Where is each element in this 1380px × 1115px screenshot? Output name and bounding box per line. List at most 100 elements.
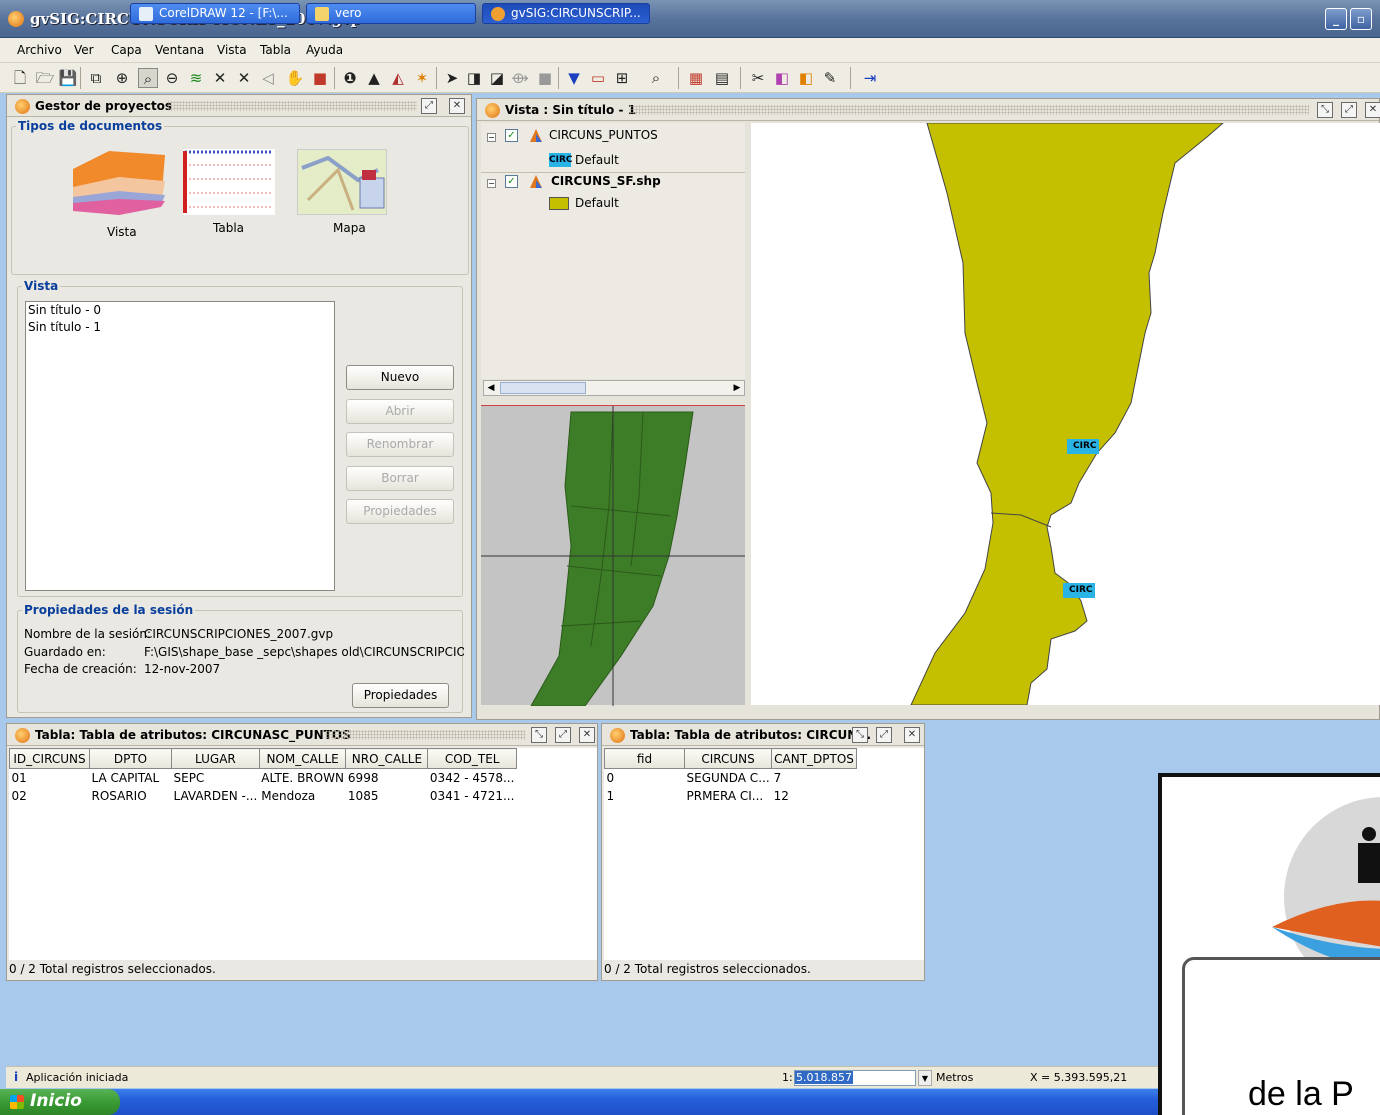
column-header[interactable]: DPTO (89, 748, 172, 769)
close-icon[interactable]: ✕ (449, 98, 465, 114)
zoom-to-layer-icon[interactable]: ⌕ (646, 68, 666, 88)
select-polygon-icon[interactable]: ◪ (487, 68, 507, 88)
scale-input[interactable]: 5.018.857 (794, 1070, 916, 1086)
filter-icon[interactable]: ▼ (564, 68, 584, 88)
minimize-button[interactable]: _ (1325, 8, 1347, 30)
rename-view-button[interactable]: Renombrar (346, 432, 454, 457)
menu-ventana[interactable]: Ventana (155, 43, 204, 57)
full-extent-icon[interactable]: ≋ (186, 68, 206, 88)
column-header[interactable]: COD_TEL (427, 748, 517, 769)
scroll-right-icon[interactable]: ▶ (730, 381, 744, 395)
layer-name[interactable]: CIRCUNS_SF.shp (551, 174, 661, 188)
table-row[interactable]: 0 SEGUNDA C... 7 (605, 769, 857, 787)
layer-visibility-checkbox[interactable]: ✓ (505, 129, 518, 142)
open-folder-icon[interactable]: 🗁 (35, 68, 55, 88)
new-view-button[interactable]: Nuevo (346, 365, 454, 390)
toc-horizontal-scrollbar[interactable]: ◀ ▶ (483, 380, 745, 396)
zoom-previous-icon[interactable]: ◁ (258, 68, 278, 88)
menu-ayuda[interactable]: Ayuda (306, 43, 343, 57)
taskbar-item-gvsig[interactable]: gvSIG:CIRCUNSCRIP... (482, 3, 650, 24)
scrollbar-thumb[interactable] (500, 382, 586, 394)
menu-tabla[interactable]: Tabla (260, 43, 291, 57)
table-row[interactable]: 02 ROSARIO LAVARDEN -... Mendoza 1085 0341 - … (10, 787, 517, 805)
minimize-icon[interactable]: ⤡ (531, 727, 547, 743)
list-item[interactable]: Sin título - 0 (26, 302, 334, 319)
maximize-icon[interactable]: ⤢ (421, 98, 437, 114)
export-icon[interactable]: ⇥ (860, 68, 880, 88)
column-header[interactable]: NOM_CALLE (258, 748, 347, 769)
select-pointer-icon[interactable]: ➤ (442, 68, 462, 88)
zoom-in-fixed-icon[interactable]: ✕ (210, 68, 230, 88)
tools-icon[interactable]: ✂ (748, 68, 768, 88)
layer-visibility-checkbox[interactable]: ✓ (505, 175, 518, 188)
overview-map[interactable] (481, 405, 745, 707)
menu-archivo[interactable]: Archivo (17, 43, 62, 57)
edit-icon[interactable]: ✎ (820, 68, 840, 88)
add-layer-icon[interactable]: ⧉ (86, 68, 106, 88)
menu-ver[interactable]: Ver (74, 43, 94, 57)
maximize-icon[interactable]: ⤢ (555, 727, 571, 743)
minimize-icon[interactable]: ⤡ (1317, 102, 1333, 118)
scroll-left-icon[interactable]: ◀ (484, 381, 498, 395)
new-file-icon[interactable]: 🗋 (10, 68, 30, 88)
column-header[interactable]: fid (604, 748, 685, 769)
maximize-icon[interactable]: ⤢ (876, 727, 892, 743)
start-button[interactable]: Inicio (0, 1089, 120, 1115)
select-box-icon[interactable]: ▭ (588, 68, 608, 88)
taskbar-item-vero[interactable]: vero (306, 3, 476, 24)
map-canvas[interactable]: CIRC CIRC (751, 122, 1380, 706)
column-header[interactable]: LUGAR (171, 748, 260, 769)
table1-title: Tabla: Tabla de atributos: CIRCUNASC_PUN… (35, 728, 351, 742)
session-properties-button[interactable]: Propiedades (352, 683, 449, 708)
view-properties-button[interactable]: Propiedades (346, 499, 454, 524)
maximize-icon[interactable]: ⤢ (1341, 102, 1357, 118)
restore-button[interactable]: ▫ (1350, 8, 1372, 30)
layer-name[interactable]: CIRCUNS_PUNTOS (549, 128, 658, 142)
scale-dropdown-icon[interactable]: ▼ (918, 1070, 932, 1086)
column-header[interactable]: CIRCUNS (683, 748, 773, 769)
collapse-icon[interactable]: − (487, 133, 496, 142)
overlay-text: de la P (1248, 1075, 1354, 1113)
open-view-button[interactable]: Abrir (346, 399, 454, 424)
column-header[interactable]: ID_CIRCUNS (9, 748, 90, 769)
delete-view-button[interactable]: Borrar (346, 466, 454, 491)
column-header[interactable]: CANT_DPTOS (771, 748, 857, 769)
vista-doc-icon[interactable] (69, 147, 167, 219)
hyperlink-icon[interactable]: ✶ (412, 68, 432, 88)
layout-icon[interactable]: ◧ (772, 68, 792, 88)
zoom-out-fixed-icon[interactable]: ✕ (234, 68, 254, 88)
table-row[interactable]: 01 LA CAPITAL SEPC ALTE. BROWN 6998 0342 - 45… (10, 769, 517, 787)
table-row[interactable]: 1 PRMERA CI... 12 (605, 787, 857, 805)
menu-capa[interactable]: Capa (111, 43, 142, 57)
list-item[interactable]: Sin título - 1 (26, 319, 334, 336)
close-icon[interactable]: ✕ (579, 727, 595, 743)
measure-area-icon[interactable]: ◭ (388, 68, 408, 88)
statistics-icon[interactable]: ▤ (712, 68, 732, 88)
zoom-out-icon[interactable]: ⊖ (162, 68, 182, 88)
select-rectangle-icon[interactable]: ◨ (464, 68, 484, 88)
invert-selection-icon[interactable]: ■ (535, 68, 555, 88)
zoom-to-selection-icon[interactable]: ⊞ (612, 68, 632, 88)
views-list[interactable]: Sin título - 0 Sin título - 1 (25, 301, 335, 591)
minimize-icon[interactable]: ⤡ (852, 727, 868, 743)
save-icon[interactable]: 💾 (58, 68, 78, 88)
table1-grid[interactable]: ID_CIRCUNS DPTO LUGAR NOM_CALLE NRO_CALL… (9, 748, 517, 805)
print-icon[interactable]: ◧ (796, 68, 816, 88)
zoom-in-icon[interactable]: ⊕ (112, 68, 132, 88)
locator-icon[interactable]: ■ (310, 68, 330, 88)
menu-vista[interactable]: Vista (217, 43, 247, 57)
measure-distance-icon[interactable]: ▲ (364, 68, 384, 88)
close-icon[interactable]: ✕ (904, 727, 920, 743)
mapa-doc-icon[interactable] (297, 149, 387, 215)
collapse-icon[interactable]: − (487, 179, 496, 188)
taskbar-item-coreldraw[interactable]: CorelDRAW 12 - [F:\... (130, 3, 300, 24)
table-icon[interactable]: ▦ (686, 68, 706, 88)
select-by-layer-icon[interactable]: ⟴ (510, 68, 530, 88)
tabla-doc-icon[interactable] (183, 149, 275, 215)
pan-hand-icon[interactable]: ✋ (285, 68, 305, 88)
table2-grid[interactable]: fid CIRCUNS CANT_DPTOS 0 SEGUNDA C... 7 1P… (604, 748, 857, 805)
close-icon[interactable]: ✕ (1365, 102, 1380, 118)
zoom-window-icon[interactable]: ⌕ (138, 68, 158, 88)
column-header[interactable]: NRO_CALLE (345, 748, 429, 769)
info-icon[interactable]: ❶ (340, 68, 360, 88)
